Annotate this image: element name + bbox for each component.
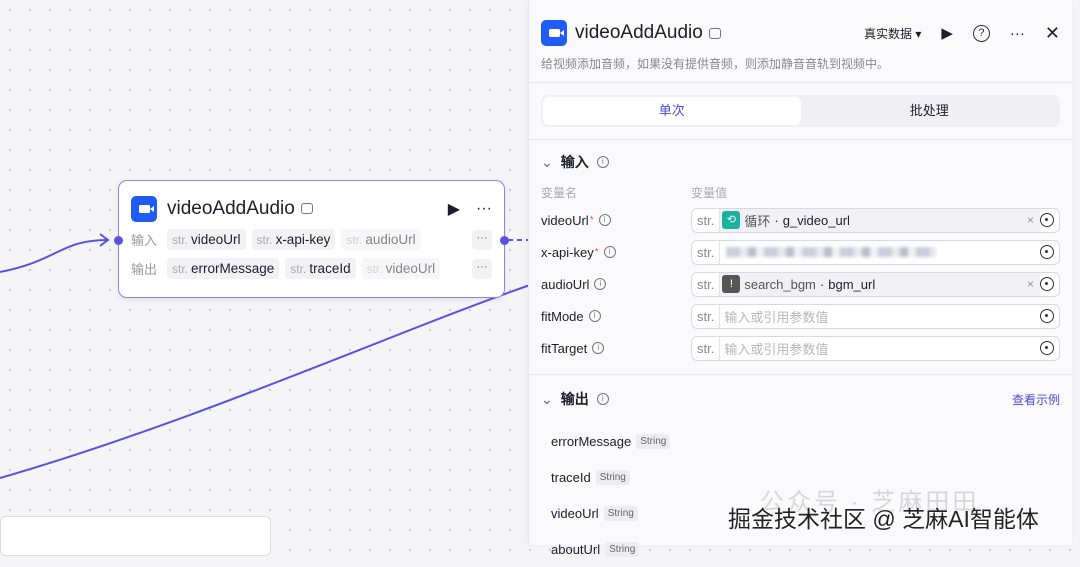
output-chip: str. videoUrl (361, 258, 441, 279)
input-chip: str. audioUrl (341, 229, 421, 250)
reference-icon[interactable] (1040, 341, 1054, 355)
param-value-field[interactable]: str. 输入或引用参数值 (691, 335, 1060, 361)
ref-var: g_video_url (782, 212, 850, 228)
placeholder: 输入或引用参数值 (724, 341, 829, 357)
info-icon: i (592, 342, 605, 354)
panel-title: videoAddAudio (575, 22, 703, 43)
input-chip: str. videoUrl (167, 229, 246, 250)
plugin-icon (300, 203, 313, 214)
video-icon (131, 195, 157, 222)
info-icon: i (596, 393, 609, 405)
outputs-label: 输出 (131, 262, 158, 277)
reference-icon[interactable] (1040, 213, 1054, 227)
node-detail-panel: videoAddAudio 真实数据 ▾ ▶ ? ··· ✕ 给视频添加音频，如… (528, 0, 1072, 557)
type-badge: String (605, 541, 640, 557)
param-row: videoUrl * i str. ⟲ 循环 · g_video_url × (541, 204, 1060, 236)
param-name: audioUrl (541, 276, 590, 292)
input-section: ⌄ 输入 i 变量名 变量值 videoUrl * i str. ⟲ 循环 · g_video_u… (529, 139, 1072, 364)
workflow-node-videoaddaudio[interactable]: videoAddAudio ▶ ··· 输入 str. videoUrl str. x… (114, 180, 509, 298)
data-mode-dropdown[interactable]: 真实数据 ▾ (864, 25, 921, 42)
video-icon (541, 20, 567, 46)
type-badge: String (595, 469, 630, 485)
panel-description: 给视频添加音频，如果没有提供音频，则添加静音音轨到视频中。 (529, 46, 1072, 83)
param-value-field[interactable]: str. ⟲ 循环 · g_video_url × (691, 207, 1060, 233)
more-inputs-button[interactable]: ··· (472, 229, 492, 250)
param-row: fitMode i str. 输入或引用参数值 (541, 300, 1060, 332)
info-icon: i (603, 246, 616, 258)
output-section: ⌄ 输出 i 查看示例 errorMessage String traceId Strin… (529, 374, 1072, 567)
run-icon[interactable]: ▶ (941, 24, 953, 42)
type-label: str. (692, 208, 721, 232)
node-outputs: 输出 str. errorMessage str. traceId str. vide… (119, 254, 504, 283)
edge-in (0, 239, 109, 273)
clear-icon[interactable]: × (1027, 213, 1034, 227)
col-name-header: 变量名 (541, 186, 578, 200)
placeholder: 输入或引用参数值 (724, 309, 829, 325)
input-port[interactable] (114, 236, 123, 245)
output-item: aboutUrl String (541, 531, 1060, 567)
more-outputs-button[interactable]: ··· (472, 258, 492, 279)
param-name: fitTarget (541, 340, 588, 356)
param-value-field[interactable]: str.! search_bgm · bgm_url × (691, 271, 1060, 297)
node-title: videoAddAudio (167, 197, 295, 219)
ref-source: search_bgm (744, 276, 816, 292)
run-mode-tabs: 单次 批处理 (541, 95, 1060, 127)
plugin-icon (708, 27, 721, 39)
collapse-chevron-icon[interactable]: ⌄ (541, 391, 553, 408)
reference-icon[interactable] (1040, 309, 1054, 323)
input-chip: str. x-api-key (251, 229, 336, 250)
param-row: fitTarget i str. 输入或引用参数值 (541, 332, 1060, 364)
reference-icon[interactable] (1040, 277, 1054, 291)
param-value-field[interactable]: str. (691, 239, 1060, 265)
type-label: str. (692, 272, 721, 296)
type-label: str. (692, 304, 721, 328)
run-icon[interactable]: ▶ (448, 199, 460, 219)
node-inputs: 输入 str. videoUrl str. x-api-key str. audioU… (119, 225, 504, 254)
inputs-label: 输入 (131, 233, 158, 248)
type-badge: String (603, 505, 638, 521)
view-example-link[interactable]: 查看示例 (1012, 391, 1060, 408)
section-title: 输入 (560, 154, 589, 170)
help-icon[interactable]: ? (972, 24, 990, 42)
canvas-node-partial[interactable] (0, 516, 271, 556)
close-icon[interactable]: ✕ (1045, 23, 1060, 44)
tab-single[interactable]: 单次 (543, 97, 801, 125)
section-title: 输出 (560, 391, 589, 407)
col-value-header: 变量值 (691, 186, 728, 200)
info-icon: i (598, 214, 611, 226)
param-name: videoUrl (541, 212, 589, 228)
param-value-field[interactable]: str. 输入或引用参数值 (691, 303, 1060, 329)
param-name: x-api-key (541, 244, 594, 260)
more-icon[interactable]: ··· (476, 200, 492, 218)
info-icon: i (594, 278, 607, 290)
param-name: fitMode (541, 308, 584, 324)
output-item: errorMessage String (541, 423, 1060, 459)
ref-var: bgm_url (828, 276, 876, 292)
reference-icon[interactable] (1040, 245, 1054, 259)
param-row: x-api-key * i str. (541, 236, 1060, 268)
collapse-chevron-icon[interactable]: ⌄ (541, 154, 553, 171)
type-label: str. (692, 336, 721, 360)
tab-batch[interactable]: 批处理 (801, 97, 1059, 125)
info-icon: i (588, 310, 601, 322)
watermark-juejin: 掘金技术社区 @ 芝麻AI智能体 (728, 506, 1039, 532)
more-icon[interactable]: ··· (1010, 25, 1025, 42)
clear-icon[interactable]: × (1027, 277, 1034, 291)
param-row: audioUrl i str.! search_bgm · bgm_url × (541, 268, 1060, 300)
type-badge: String (636, 433, 671, 449)
output-chip: str. errorMessage (167, 258, 280, 279)
ref-source: 循环 (744, 213, 771, 229)
redacted-value (726, 247, 937, 257)
output-port[interactable] (500, 236, 509, 245)
type-label: str. (692, 240, 721, 264)
edge-loop (0, 284, 531, 479)
output-chip: str. traceId (285, 258, 356, 279)
loop-icon: ⟲ (722, 211, 741, 229)
info-icon: i (596, 156, 609, 168)
warning-icon: ! (722, 275, 741, 293)
